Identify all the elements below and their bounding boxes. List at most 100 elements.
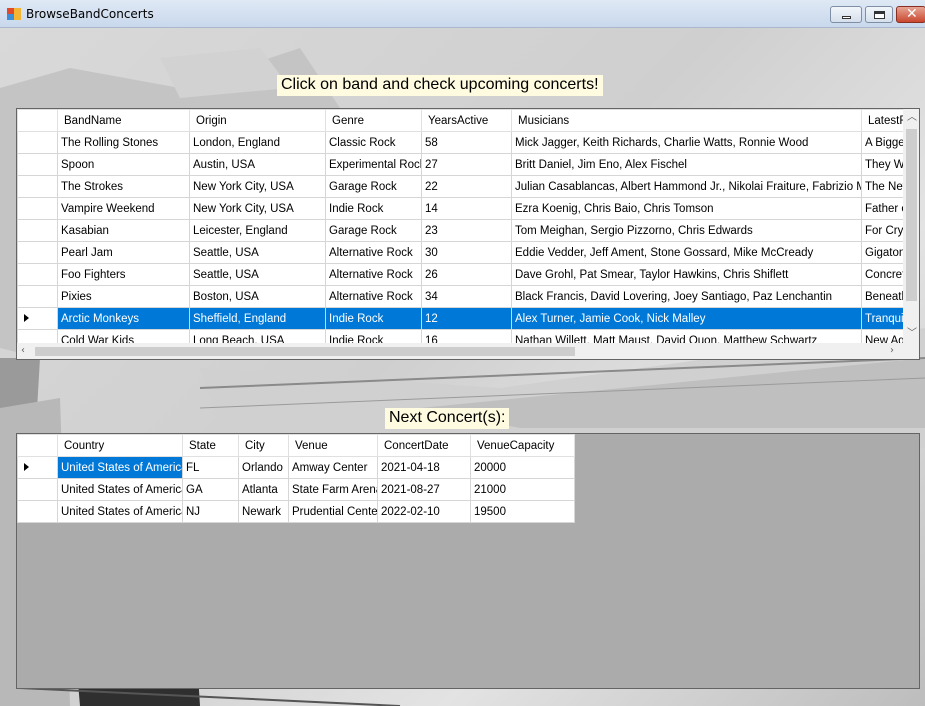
band-row[interactable]: The Strokes New York City, USA Garage Rock… [17,175,903,198]
bands-vertical-scrollbar[interactable]: ︿ ﹀ [903,109,919,343]
band-cell[interactable]: Ezra Koenig, Chris Baio, Chris Tomson [511,197,862,220]
band-cell[interactable]: London, England [189,131,326,154]
bands-vertical-scroll-thumb[interactable] [906,129,917,301]
band-cell[interactable]: Beneath [861,285,903,308]
band-row[interactable]: Pixies Boston, USA Alternative Rock 34 Black… [17,285,903,308]
band-cell[interactable]: Arctic Monkeys [57,307,190,330]
band-cell[interactable]: 22 [421,175,512,198]
band-row[interactable]: The Rolling Stones London, England Classic… [17,131,903,154]
row-header[interactable] [17,500,58,523]
band-row[interactable]: Spoon Austin, USA Experimental Rock 27 Britt… [17,153,903,176]
column-header-yearsactive[interactable]: YearsActive [421,109,512,132]
band-cell[interactable]: They W [861,153,903,176]
row-header[interactable] [17,307,58,330]
concert-cell[interactable]: FL [182,456,239,479]
band-cell[interactable]: 16 [421,329,512,343]
band-cell[interactable]: 58 [421,131,512,154]
scroll-down-icon[interactable]: ﹀ [907,329,917,339]
band-row[interactable]: Cold War Kids Long Beach, USA Indie Rock 16… [17,329,903,343]
concert-cell[interactable]: 20000 [470,456,575,479]
row-header[interactable] [17,478,58,501]
concert-cell[interactable]: NJ [182,500,239,523]
band-cell[interactable]: Tom Meighan, Sergio Pizzorno, Chris Edwa… [511,219,862,242]
band-cell[interactable]: For Cryin [861,219,903,242]
scroll-up-icon[interactable]: ︿ [907,113,917,123]
band-cell[interactable]: Seattle, USA [189,241,326,264]
band-row[interactable]: Vampire Weekend New York City, USA Indie R… [17,197,903,220]
concert-cell[interactable]: Amway Center [288,456,378,479]
row-header[interactable] [17,219,58,242]
column-header-bandname[interactable]: BandName [57,109,190,132]
band-cell[interactable]: Garage Rock [325,219,422,242]
band-cell[interactable]: New York City, USA [189,175,326,198]
concerts-grid[interactable]: Country State City Venue ConcertDate Ven… [16,433,920,689]
band-cell[interactable]: Britt Daniel, Jim Eno, Alex Fischel [511,153,862,176]
band-cell[interactable]: Black Francis, David Lovering, Joey Sant… [511,285,862,308]
concert-cell[interactable]: 2022-02-10 [377,500,471,523]
concert-cell[interactable]: GA [182,478,239,501]
band-cell[interactable]: Indie Rock [325,329,422,343]
scroll-right-icon[interactable]: › [890,346,894,356]
band-cell[interactable]: Austin, USA [189,153,326,176]
bands-grid[interactable]: BandName Origin Genre YearsActive Musici… [16,108,920,360]
band-cell[interactable]: Garage Rock [325,175,422,198]
concert-cell[interactable]: Prudential Center [288,500,378,523]
band-cell[interactable]: Pearl Jam [57,241,190,264]
band-cell[interactable]: 14 [421,197,512,220]
band-cell[interactable]: Experimental Rock [325,153,422,176]
row-header[interactable] [17,241,58,264]
concert-cell[interactable]: State Farm Arena [288,478,378,501]
row-header[interactable] [17,285,58,308]
band-cell[interactable]: New Ag [861,329,903,343]
column-header-latestrelease[interactable]: LatestR [861,109,903,132]
band-cell[interactable]: 26 [421,263,512,286]
band-cell[interactable]: Concrete [861,263,903,286]
concert-row[interactable]: United States of America GA Atlanta State F… [17,478,575,501]
row-header[interactable] [17,175,58,198]
row-header[interactable] [17,153,58,176]
column-header-country[interactable]: Country [57,434,183,457]
concert-cell[interactable]: United States of America [57,500,183,523]
band-cell[interactable]: Leicester, England [189,219,326,242]
band-cell[interactable]: Classic Rock [325,131,422,154]
band-cell[interactable]: New York City, USA [189,197,326,220]
band-cell[interactable]: Nathan Willett, Matt Maust, David Quon, … [511,329,862,343]
band-cell[interactable]: Gigaton [861,241,903,264]
band-cell[interactable]: 23 [421,219,512,242]
column-header-musicians[interactable]: Musicians [511,109,862,132]
scroll-left-icon[interactable]: ‹ [21,346,25,356]
row-header[interactable] [17,197,58,220]
concert-cell[interactable]: 2021-08-27 [377,478,471,501]
band-cell[interactable]: The Strokes [57,175,190,198]
minimize-button[interactable] [830,6,862,23]
band-cell[interactable]: Alex Turner, Jamie Cook, Nick Malley [511,307,862,330]
column-header-venuecapacity[interactable]: VenueCapacity [470,434,575,457]
band-cell[interactable]: 30 [421,241,512,264]
band-cell[interactable]: Boston, USA [189,285,326,308]
row-header[interactable] [17,263,58,286]
column-header-origin[interactable]: Origin [189,109,326,132]
band-cell[interactable]: Dave Grohl, Pat Smear, Taylor Hawkins, C… [511,263,862,286]
concert-cell[interactable]: 21000 [470,478,575,501]
band-cell[interactable]: Indie Rock [325,307,422,330]
column-header-state[interactable]: State [182,434,239,457]
row-header[interactable] [17,456,58,479]
close-button[interactable]: ✕ [896,6,925,23]
bands-grid-viewport[interactable]: BandName Origin Genre YearsActive Musici… [17,109,903,343]
band-cell[interactable]: The Rolling Stones [57,131,190,154]
band-cell[interactable]: Eddie Vedder, Jeff Ament, Stone Gossard,… [511,241,862,264]
band-cell[interactable]: 27 [421,153,512,176]
concert-row[interactable]: United States of America NJ Newark Prudenti… [17,500,575,523]
bands-horizontal-scrollbar[interactable]: ‹ › [17,343,903,359]
concert-row[interactable]: United States of America FL Orlando Amway C… [17,456,575,479]
band-cell[interactable]: Cold War Kids [57,329,190,343]
band-cell[interactable]: A Bigger [861,131,903,154]
band-row[interactable]: Pearl Jam Seattle, USA Alternative Rock 30 E… [17,241,903,264]
band-cell[interactable]: Spoon [57,153,190,176]
column-header-venue[interactable]: Venue [288,434,378,457]
band-cell[interactable]: Indie Rock [325,197,422,220]
concert-cell[interactable]: 19500 [470,500,575,523]
band-cell[interactable]: The New [861,175,903,198]
row-header[interactable] [17,131,58,154]
band-row[interactable]: Kasabian Leicester, England Garage Rock 23 T… [17,219,903,242]
